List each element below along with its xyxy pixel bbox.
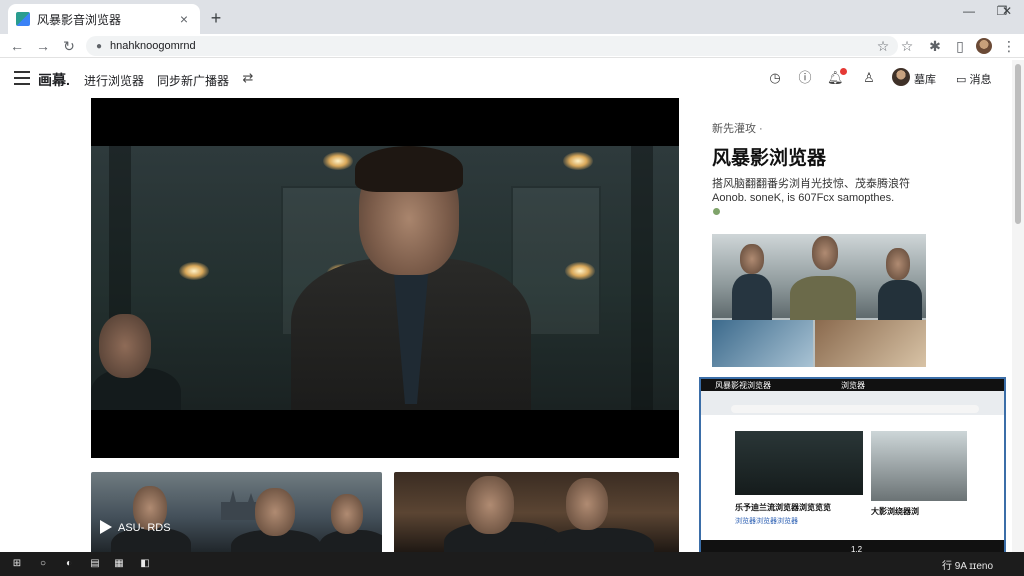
background-actor-head [99, 314, 151, 378]
actor-hair [355, 146, 463, 192]
lock-icon: ● [96, 40, 103, 52]
browser-tab[interactable]: 风暴影音浏览器 × [8, 4, 200, 34]
menu-dots-icon[interactable]: ⋮ [1000, 37, 1018, 55]
feature-image-collage[interactable] [712, 234, 926, 367]
collage-figure [878, 280, 922, 320]
new-tab-button[interactable]: + [206, 8, 226, 28]
messages-button[interactable]: ▭ 消息 [956, 71, 991, 87]
bookmark-star-icon[interactable]: ☆ [874, 37, 892, 55]
collage-figure [812, 236, 838, 270]
mini-caption: 大影浏绕器浏 [871, 507, 919, 516]
favorites-star-icon[interactable]: ☆ [898, 37, 916, 55]
close-window-button[interactable]: ✕ [990, 0, 1024, 22]
mini-caption: 乐予迪兰流浏览器浏览览览 [735, 503, 831, 512]
messages-label: 消息 [969, 74, 992, 86]
system-tray[interactable]: 行 9A ɪɪeno [942, 557, 993, 572]
mini-player-address[interactable] [731, 405, 979, 413]
info-icon[interactable]: ⓘ [797, 70, 813, 86]
video-frame [91, 146, 679, 410]
scene-lamp [179, 262, 209, 280]
address-bar[interactable]: ● hnahknoogomrnd [86, 36, 898, 56]
video-thumbnail[interactable] [91, 472, 382, 554]
site-favicon-icon [16, 12, 30, 26]
folder-icon[interactable]: ▤ [88, 557, 102, 571]
thumbnail-figure [331, 494, 363, 534]
collage-figure [886, 248, 910, 280]
scene-lamp [323, 152, 353, 170]
video-thumbnail[interactable] [394, 472, 679, 554]
back-arrow-icon[interactable]: ← [8, 37, 26, 55]
nav-link-broadcast[interactable]: 同步新广播器 [157, 72, 229, 89]
play-icon[interactable] [100, 520, 112, 534]
thumbnail-figure [544, 528, 654, 554]
tab-close-icon[interactable]: × [176, 11, 192, 27]
thumbnail-caption: ASU- RDS [118, 522, 171, 534]
extensions-icon[interactable]: ✱ [926, 37, 944, 55]
status-dot [713, 208, 720, 215]
mini-player-title: 风暴影视浏览器 [715, 381, 771, 390]
mini-video-thumbnail[interactable] [735, 431, 863, 495]
share-icon[interactable]: ⇄ [240, 70, 256, 86]
address-url: hnahknoogomrnd [110, 40, 196, 52]
collage-figure [732, 274, 772, 320]
edge-icon[interactable]: ◐ [62, 557, 76, 571]
collage-figure [740, 244, 764, 274]
start-icon[interactable]: ⊞ [10, 557, 24, 571]
section-label[interactable]: 新先灌攻 · [712, 120, 763, 136]
scene-lamp [563, 152, 593, 170]
feature-title: 风暴影浏览器 [712, 148, 827, 169]
feature-description: Aonob. soneK, is 607Fcx samopthes. [712, 192, 895, 204]
user-name[interactable]: 墓库 [914, 71, 936, 87]
store-icon[interactable]: ▦ [112, 557, 126, 571]
user-avatar[interactable] [892, 68, 910, 86]
site-header [0, 60, 1010, 98]
os-taskbar [0, 552, 1024, 576]
scrollbar-thumb[interactable] [1015, 64, 1021, 224]
mini-video-thumbnail[interactable] [871, 431, 967, 501]
hamburger-menu-icon[interactable] [14, 71, 30, 85]
thumbnail-figure [255, 488, 295, 536]
notification-badge [840, 68, 847, 75]
scene-pillar [631, 146, 653, 410]
chat-icon: ▭ [956, 74, 970, 86]
mini-link[interactable]: 浏览器浏览器浏览器 [735, 516, 798, 526]
mini-player-badge: 浏览器 [841, 381, 865, 390]
collage-image [712, 320, 813, 367]
video-player[interactable] [91, 98, 679, 458]
collage-figure [790, 276, 856, 320]
feature-description: 搭风脑翻翻番劣浏肖光技惊、茂泰腾浪符 [712, 178, 910, 190]
split-view-icon[interactable]: ▯ [951, 37, 969, 55]
search-icon[interactable]: ○ [36, 557, 50, 571]
forward-arrow-icon[interactable]: → [34, 37, 52, 55]
scene-lamp [565, 262, 595, 280]
collage-image [815, 320, 926, 367]
profile-avatar[interactable] [976, 38, 992, 54]
thumbnail-figure [566, 478, 608, 530]
site-brand[interactable]: 画幕. [38, 70, 70, 90]
thumbnail-figure [466, 476, 514, 534]
clock-icon[interactable]: ◷ [767, 70, 783, 86]
mini-player-window[interactable]: 风暴影视浏览器 浏览器 乐予迪兰流浏览器浏览览览 大影浏绕器浏 浏览器浏览器浏览… [699, 377, 1006, 560]
tab-title: 风暴影音浏览器 [37, 12, 122, 27]
user-icon[interactable]: ♙ [861, 70, 877, 86]
app-icon[interactable]: ◧ [138, 557, 152, 571]
nav-link-browser[interactable]: 进行浏览器 [84, 72, 144, 89]
reload-icon[interactable]: ↻ [60, 37, 78, 55]
